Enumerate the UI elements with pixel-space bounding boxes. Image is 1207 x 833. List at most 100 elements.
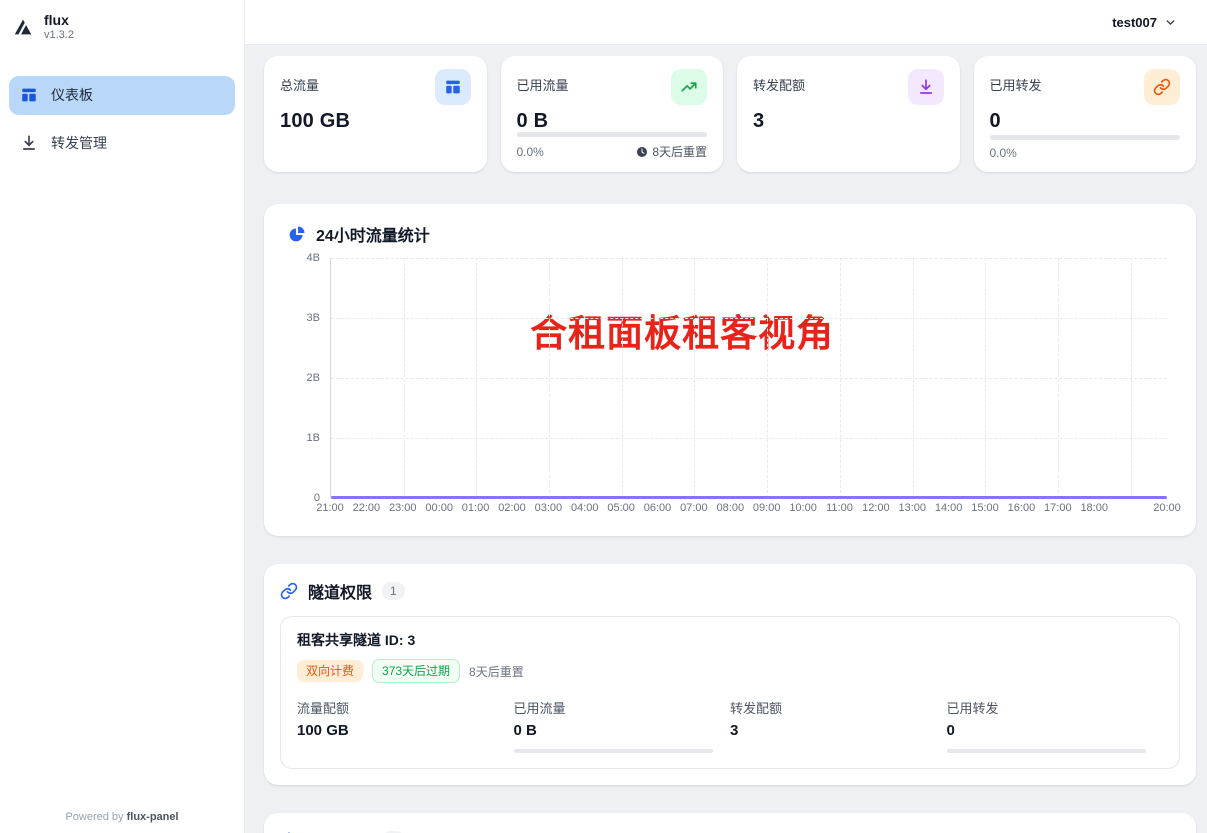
tunnel-badge: 双向计费 bbox=[297, 660, 363, 682]
h-gridline bbox=[331, 258, 1167, 259]
x-tick-label: 13:00 bbox=[898, 502, 926, 514]
chevron-down-icon bbox=[1164, 16, 1177, 29]
dashboard-icon bbox=[20, 86, 38, 104]
stat-value: 0 bbox=[990, 110, 1181, 133]
tunnel-stat-value: 0 B bbox=[514, 722, 731, 739]
x-tick-label: 21:00 bbox=[316, 502, 344, 514]
v-gridline bbox=[767, 258, 768, 498]
stat-value: 0 B bbox=[517, 110, 708, 133]
stat-value: 3 bbox=[753, 110, 944, 133]
x-tick-label: 08:00 bbox=[717, 502, 745, 514]
x-tick-label: 07:00 bbox=[680, 502, 708, 514]
v-gridline bbox=[840, 258, 841, 498]
y-tick-label: 4B bbox=[307, 252, 320, 264]
link-icon bbox=[280, 582, 298, 600]
trending-up-icon bbox=[680, 78, 698, 96]
dashboard-icon bbox=[444, 78, 462, 96]
top-bar: test007 bbox=[245, 0, 1207, 45]
progress-bar bbox=[990, 135, 1181, 140]
x-tick-label: 12:00 bbox=[862, 502, 890, 514]
chart-y-axis: 4B3B2B1B0 bbox=[288, 258, 330, 498]
tunnel-stats: 流量配额 100 GB已用流量0 B转发配额 3已用转发 0 bbox=[297, 698, 1163, 753]
x-tick-label: 03:00 bbox=[535, 502, 563, 514]
tunnel-item: 租客共享隧道 ID: 3 双向计费373天后过期8天后重置 流量配额100 GB… bbox=[280, 616, 1180, 769]
tunnel-stat-value: 3 bbox=[730, 722, 947, 739]
sidebar-footer: Powered by flux-panel bbox=[0, 811, 244, 823]
stat-card-used-forwards: 已用转发00.0% bbox=[974, 56, 1197, 172]
app-logo: flux v1.3.2 bbox=[0, 0, 244, 52]
tunnel-count-badge: 1 bbox=[382, 582, 405, 600]
y-tick-label: 3B bbox=[307, 312, 320, 324]
v-gridline bbox=[913, 258, 914, 498]
stat-card-total-traffic: 总流量 100 GB bbox=[264, 56, 487, 172]
v-gridline bbox=[985, 258, 986, 498]
tunnel-stat-label: 转发配额 bbox=[730, 698, 947, 717]
y-tick-label: 1B bbox=[307, 432, 320, 444]
tunnel-stat-value: 100 GB bbox=[297, 722, 514, 739]
stat-label: 转发配额 bbox=[753, 69, 805, 94]
x-tick-label: 01:00 bbox=[462, 502, 490, 514]
flux-logo-icon bbox=[12, 16, 34, 38]
tunnel-stat-value: 0 bbox=[947, 722, 1164, 739]
stat-label: 已用转发 bbox=[990, 69, 1042, 94]
tunnel-stat: 已用流量0 B bbox=[514, 698, 731, 753]
stat-label: 总流量 bbox=[280, 69, 319, 94]
h-gridline bbox=[331, 438, 1167, 439]
stat-percent: 0.0% bbox=[517, 145, 544, 159]
sidebar: flux v1.3.2 仪表板转发管理 Powered by flux-pane… bbox=[0, 0, 245, 833]
progress-bar bbox=[514, 749, 713, 753]
x-tick-label: 11:00 bbox=[826, 502, 853, 514]
sidebar-item-label: 转发管理 bbox=[51, 133, 107, 153]
traffic-chart: 4B3B2B1B0 合租面板租客视角 bbox=[288, 258, 1180, 498]
x-tick-label: 06:00 bbox=[644, 502, 672, 514]
x-tick-label: 04:00 bbox=[571, 502, 599, 514]
download-icon bbox=[20, 134, 38, 152]
powered-by-label: Powered by bbox=[65, 811, 123, 823]
x-tick-label: 17:00 bbox=[1044, 502, 1072, 514]
link-icon bbox=[1153, 78, 1171, 96]
h-gridline bbox=[331, 318, 1167, 319]
stat-icon-box bbox=[1144, 69, 1180, 105]
traffic-chart-card: 24小时流量统计 4B3B2B1B0 合租面板租客视角 21:0022:0023… bbox=[264, 204, 1196, 536]
sidebar-nav: 仪表板转发管理 bbox=[0, 76, 244, 163]
stat-label: 已用流量 bbox=[517, 69, 569, 94]
sidebar-item-forward-management[interactable]: 转发管理 bbox=[9, 124, 235, 163]
stat-value: 100 GB bbox=[280, 110, 471, 133]
tunnel-badge: 373天后过期 bbox=[372, 659, 460, 683]
x-tick-label: 22:00 bbox=[353, 502, 381, 514]
sidebar-item-dashboard[interactable]: 仪表板 bbox=[9, 76, 235, 115]
chart-plot-area: 合租面板租客视角 bbox=[330, 258, 1167, 498]
v-gridline bbox=[549, 258, 550, 498]
progress-bar bbox=[947, 749, 1146, 753]
v-gridline bbox=[1058, 258, 1059, 498]
stat-cards-row: 总流量100 GB已用流量0 B0.0%8天后重置转发配额3已用转发00.0% bbox=[264, 56, 1196, 172]
v-gridline bbox=[404, 258, 405, 498]
v-gridline bbox=[694, 258, 695, 498]
chart-x-axis: 21:0022:0023:0000:0001:0002:0003:0004:00… bbox=[330, 498, 1167, 520]
y-tick-label: 2B bbox=[307, 372, 320, 384]
stat-icon-box bbox=[435, 69, 471, 105]
stat-reset-note: 8天后重置 bbox=[652, 143, 707, 160]
tunnel-badges: 双向计费 373天后过期 8天后重置 bbox=[297, 659, 1163, 683]
x-tick-label: 14:00 bbox=[935, 502, 963, 514]
v-gridline bbox=[622, 258, 623, 498]
forward-section-title: 转发配置 bbox=[308, 828, 372, 833]
stat-card-used-traffic: 已用流量 0 B 0.0% 8天后重置 bbox=[501, 56, 724, 172]
user-menu[interactable]: test007 bbox=[1112, 15, 1177, 30]
v-gridline bbox=[476, 258, 477, 498]
tunnel-stat-label: 流量配额 bbox=[297, 698, 514, 717]
pie-chart-icon bbox=[288, 225, 306, 243]
tunnel-stat-label: 已用转发 bbox=[947, 698, 1164, 717]
stat-icon-box bbox=[671, 69, 707, 105]
x-tick-label: 02:00 bbox=[498, 502, 526, 514]
tunnel-section-title: 隧道权限 bbox=[308, 579, 372, 603]
main-content: 总流量100 GB已用流量0 B0.0%8天后重置转发配额3已用转发00.0% … bbox=[245, 45, 1207, 833]
x-tick-label: 09:00 bbox=[753, 502, 781, 514]
tunnel-stat: 流量配额 100 GB bbox=[297, 698, 514, 753]
tunnel-permissions-card: 隧道权限 1 租客共享隧道 ID: 3 双向计费373天后过期8天后重置 流量配… bbox=[264, 564, 1196, 785]
tunnel-reset-note: 8天后重置 bbox=[469, 663, 524, 680]
x-tick-label: 15:00 bbox=[971, 502, 999, 514]
progress-bar bbox=[517, 132, 708, 137]
chart-title: 24小时流量统计 bbox=[316, 222, 430, 246]
clock-icon bbox=[636, 146, 648, 158]
